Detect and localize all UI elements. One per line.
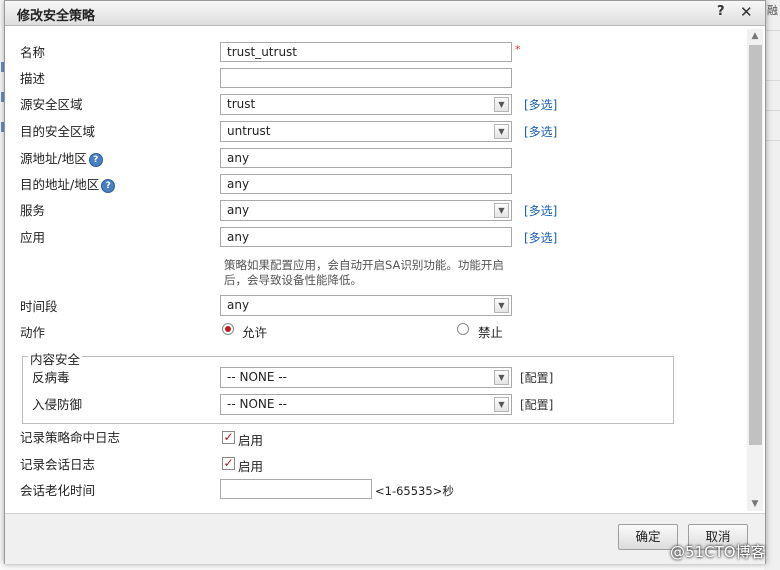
- chevron-down-icon[interactable]: ▼: [494, 124, 509, 139]
- scrollbar-thumb[interactable]: [749, 45, 762, 445]
- description-label: 描述: [20, 71, 46, 86]
- application-note: 策略如果配置应用，会自动开启SA识别功能。功能开启 后，会导致设备性能降低。: [224, 258, 504, 288]
- service-multi-select-link[interactable]: [多选]: [524, 202, 557, 219]
- ips-config-link[interactable]: [配置]: [520, 396, 553, 413]
- source-zone-select[interactable]: trust ▼: [220, 94, 512, 115]
- service-value: any: [227, 203, 250, 217]
- log-session-option[interactable]: 启用: [238, 456, 263, 475]
- source-address-label-text: 源地址/地区: [20, 151, 87, 166]
- log-session-label: 记录会话日志: [20, 457, 96, 472]
- dialog-titlebar: 修改安全策略 ? ✕: [5, 1, 765, 26]
- ips-select[interactable]: -- NONE -- ▼: [220, 394, 512, 415]
- dest-zone-multi-select-link[interactable]: [多选]: [524, 123, 557, 140]
- description-input[interactable]: [220, 68, 512, 88]
- service-select[interactable]: any ▼: [220, 200, 512, 221]
- service-label: 服务: [20, 203, 46, 218]
- session-aging-input[interactable]: [220, 479, 372, 499]
- time-range-select[interactable]: any ▼: [220, 295, 512, 316]
- source-zone-label: 源安全区域: [20, 97, 83, 112]
- application-label: 应用: [20, 230, 46, 245]
- help-icon[interactable]: ?: [717, 4, 725, 19]
- help-icon[interactable]: ?: [101, 178, 116, 193]
- dest-address-label: 目的地址/地区?: [20, 174, 116, 193]
- scroll-down-icon[interactable]: ▼: [747, 497, 763, 511]
- ok-button[interactable]: 确定: [618, 524, 678, 550]
- antivirus-label: 反病毒: [32, 370, 70, 385]
- dest-zone-value: untrust: [227, 124, 271, 138]
- source-zone-multi-select-link[interactable]: [多选]: [524, 96, 557, 113]
- chevron-down-icon[interactable]: ▼: [494, 97, 509, 112]
- chevron-down-icon[interactable]: ▼: [494, 397, 509, 412]
- dest-address-label-text: 目的地址/地区: [20, 177, 100, 192]
- ips-value: -- NONE --: [227, 397, 287, 411]
- close-icon[interactable]: ✕: [740, 3, 753, 21]
- antivirus-value: -- NONE --: [227, 370, 287, 384]
- deny-radio[interactable]: [457, 323, 469, 335]
- dest-address-input[interactable]: any: [220, 174, 512, 194]
- dest-zone-select[interactable]: untrust ▼: [220, 121, 512, 142]
- log-policy-hit-option[interactable]: 启用: [238, 430, 263, 449]
- required-mark: *: [515, 43, 521, 56]
- name-label: 名称: [20, 45, 46, 60]
- source-address-input[interactable]: any: [220, 148, 512, 168]
- source-zone-value: trust: [227, 97, 256, 111]
- content-security-legend: 内容安全: [28, 349, 83, 368]
- dialog-content: 名称 trust_utrust * 描述 源安全区域 trust ▼ [多选] …: [6, 29, 763, 511]
- source-address-label: 源地址/地区?: [20, 148, 103, 167]
- session-aging-hint: <1-65535>秒: [375, 484, 454, 498]
- log-session-checkbox[interactable]: ✓: [222, 457, 235, 470]
- dialog-footer: 确定 取消: [5, 513, 765, 564]
- help-icon[interactable]: ?: [88, 152, 103, 167]
- action-label: 动作: [20, 325, 46, 340]
- antivirus-select[interactable]: -- NONE -- ▼: [220, 367, 512, 388]
- permit-label[interactable]: 允许: [242, 322, 267, 341]
- ips-label: 入侵防御: [32, 397, 83, 412]
- log-policy-hit-label: 记录策略命中日志: [20, 430, 121, 445]
- vertical-scrollbar[interactable]: ▲ ▼: [747, 29, 763, 511]
- log-policy-hit-checkbox[interactable]: ✓: [222, 431, 235, 444]
- dest-zone-label: 目的安全区域: [20, 124, 96, 139]
- watermark: @51CTO博客: [670, 543, 766, 561]
- background-text: 融: [767, 4, 778, 17]
- chevron-down-icon[interactable]: ▼: [494, 370, 509, 385]
- session-aging-label: 会话老化时间: [20, 483, 96, 498]
- antivirus-config-link[interactable]: [配置]: [520, 369, 553, 386]
- chevron-down-icon[interactable]: ▼: [494, 203, 509, 218]
- time-range-label: 时间段: [20, 299, 58, 314]
- application-input[interactable]: any: [220, 227, 512, 247]
- deny-label[interactable]: 禁止: [478, 322, 503, 341]
- edit-security-policy-dialog: 修改安全策略 ? ✕ 名称 trust_utrust * 描述 源安全区域 tr…: [4, 0, 766, 564]
- background-window-edge: 融: [764, 0, 780, 570]
- permit-radio[interactable]: [222, 323, 234, 335]
- name-input[interactable]: trust_utrust: [220, 42, 512, 62]
- time-range-value: any: [227, 298, 250, 312]
- application-multi-select-link[interactable]: [多选]: [524, 229, 557, 246]
- scroll-up-icon[interactable]: ▲: [747, 29, 763, 43]
- dialog-title: 修改安全策略: [17, 9, 96, 24]
- chevron-down-icon[interactable]: ▼: [494, 298, 509, 313]
- application-note-line2: 后，会导致设备性能降低。: [224, 273, 362, 287]
- application-note-line1: 策略如果配置应用，会自动开启SA识别功能。功能开启: [224, 258, 504, 272]
